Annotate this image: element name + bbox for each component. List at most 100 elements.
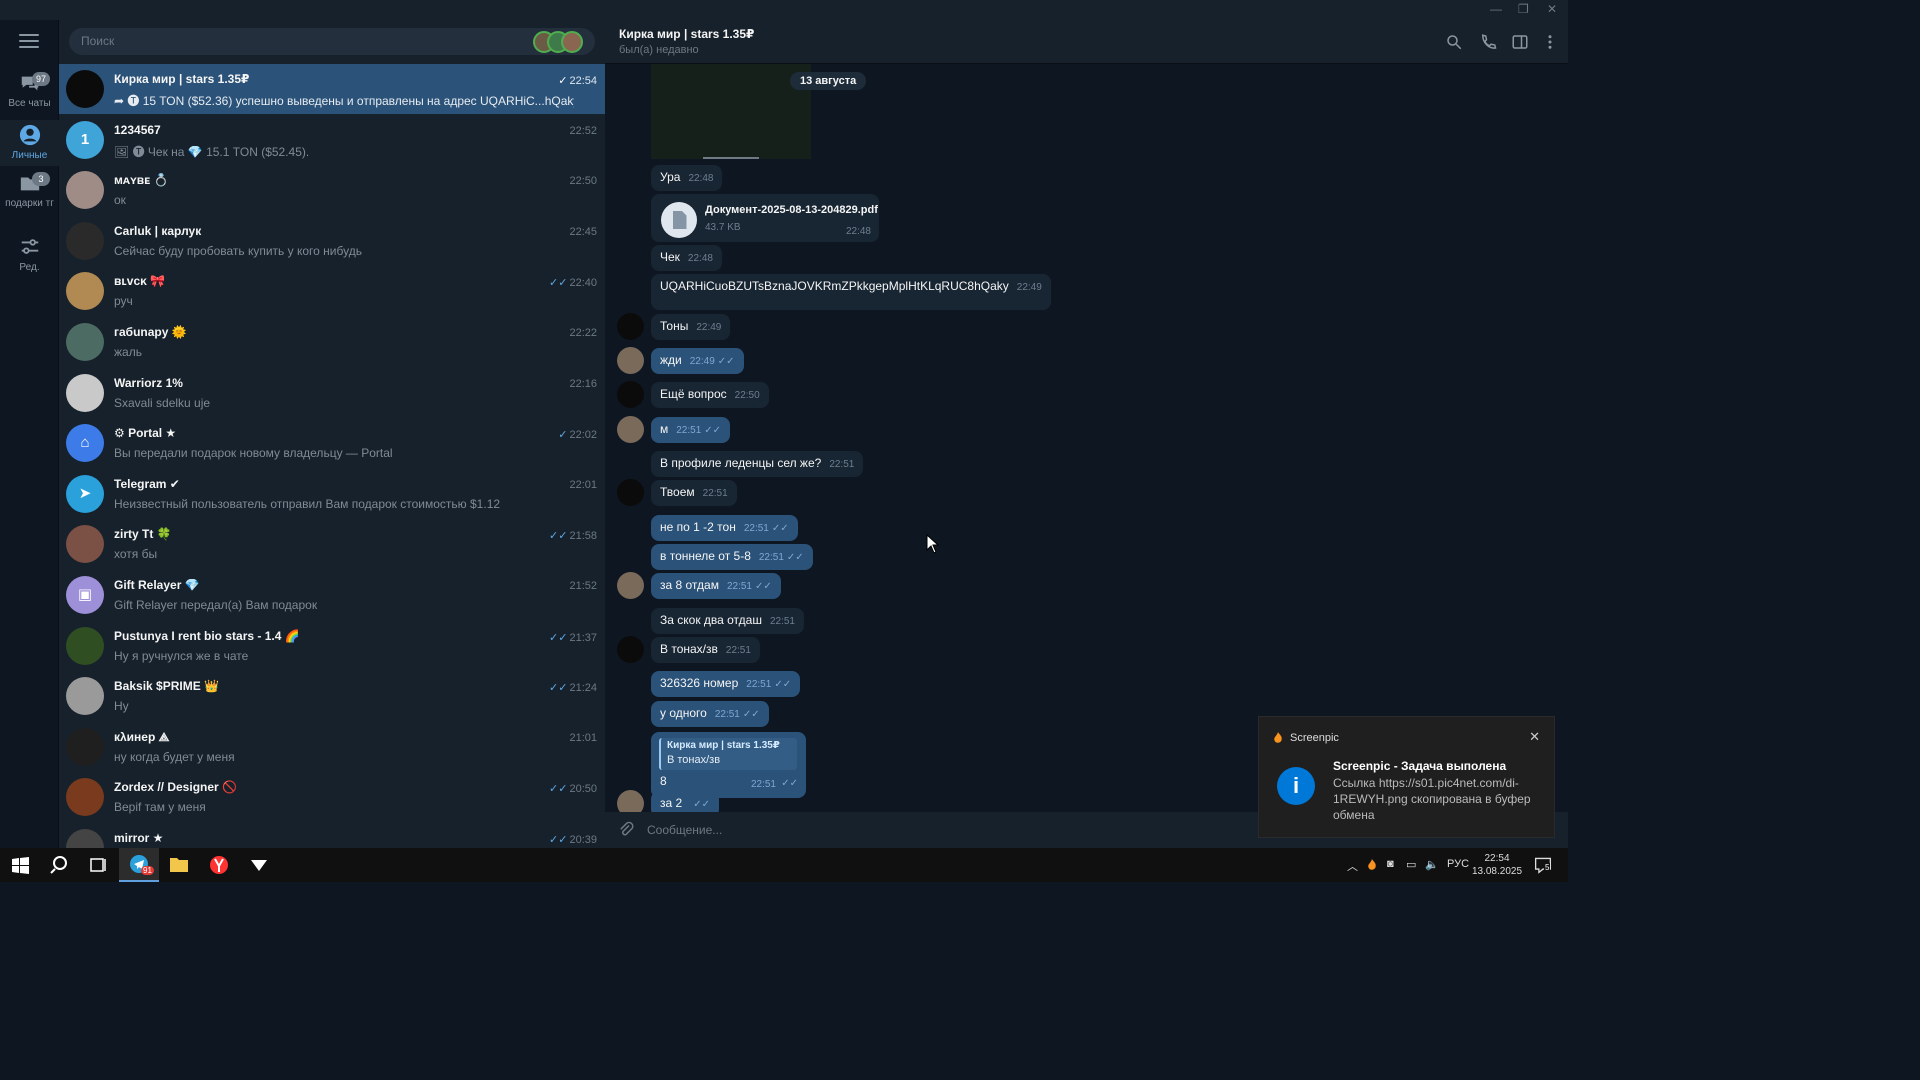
avatar[interactable]: 1 <box>66 120 104 159</box>
avatar[interactable] <box>66 727 104 766</box>
avatar[interactable] <box>66 677 104 716</box>
more-menu-icon[interactable] <box>1541 33 1559 51</box>
chat-row[interactable]: кλинер ⟁ ну когда будет у меня 21:01 <box>59 722 605 772</box>
call-icon[interactable] <box>1479 33 1497 51</box>
avatar[interactable] <box>66 323 104 361</box>
chat-row[interactable]: Pustunya I rent bio stars - 1.4 🌈 Ну я ру… <box>59 621 605 671</box>
avatar[interactable] <box>66 626 104 665</box>
incoming-message[interactable]: UQARHiCuoBZUTsBznaJOVKRmZPkkgepMplHtKLqR… <box>651 274 1051 310</box>
avatar[interactable] <box>66 525 104 564</box>
search-icon[interactable] <box>1445 33 1463 51</box>
telegram-taskbar-app[interactable]: 91 <box>119 848 159 882</box>
outgoing-message[interactable]: за 2 ✓✓ <box>651 791 719 812</box>
media-preview[interactable] <box>651 64 811 159</box>
incoming-message[interactable]: Ура 22:48 <box>651 165 723 191</box>
folder-personal[interactable]: Личные <box>0 120 59 166</box>
close-button[interactable]: ✕ <box>1547 2 1557 16</box>
attach-icon[interactable] <box>617 821 635 839</box>
incoming-message[interactable]: Чек 22:48 <box>651 245 722 271</box>
screenpic-tray-icon[interactable] <box>1365 858 1379 872</box>
message-list[interactable]: 13 августа Документ-2025-08-13-204829.pd… <box>605 64 1568 812</box>
chat-time: 22:45 <box>569 225 597 238</box>
folder-edit[interactable]: Ред. <box>0 236 59 276</box>
outgoing-message[interactable]: 326326 номер 22:51 ✓✓ <box>651 671 801 697</box>
reply-quote[interactable]: Кирка мир | stars 1.35₽ В тонах/зв <box>659 738 797 770</box>
outgoing-message[interactable]: жди 22:49 ✓✓ <box>651 348 744 374</box>
chat-row[interactable]: ⌂ ⚙ Portal ★ Вы передали подарок новому вл… <box>59 418 605 468</box>
restore-button[interactable]: ❐ <box>1518 2 1529 16</box>
sender-avatar[interactable] <box>617 479 644 506</box>
network-icon[interactable]: ▭ <box>1406 858 1416 871</box>
chat-row[interactable]: ➤ Telegram ✔ Неизвестный пользователь отпр… <box>59 469 605 519</box>
chat-row[interactable]: 1 1234567 🖼 🅣 Чек на 💎 15.1 TON ($52.45). 2… <box>59 115 605 165</box>
sender-avatar[interactable] <box>617 313 644 340</box>
avatar[interactable] <box>66 373 104 412</box>
incoming-message[interactable]: За скок два отдаш 22:51 <box>651 608 804 634</box>
file-icon[interactable] <box>661 202 697 238</box>
minimize-button[interactable]: — <box>1490 2 1502 16</box>
outgoing-message[interactable]: м 22:51 ✓✓ <box>651 417 731 443</box>
sidebar-toggle-icon[interactable] <box>1511 33 1529 51</box>
windows-start-icon[interactable] <box>0 848 40 882</box>
sender-avatar[interactable] <box>617 381 644 408</box>
avatar[interactable] <box>66 829 104 848</box>
avatar[interactable]: ➤ <box>66 474 104 513</box>
hamburger-menu-icon[interactable] <box>19 34 39 48</box>
sender-avatar[interactable] <box>617 790 644 812</box>
incoming-message[interactable]: Ещё вопрос 22:50 <box>651 382 769 408</box>
search-icon[interactable] <box>40 848 80 882</box>
conversation-header[interactable]: Кирка мир | stars 1.35₽ был(а) недавно <box>605 20 1568 64</box>
task-view-icon[interactable] <box>78 848 118 882</box>
chat-row[interactable]: Carluk | карлук Сейчас буду пробовать куп… <box>59 216 605 266</box>
language-indicator[interactable]: РУС <box>1447 858 1469 870</box>
notification-toast[interactable]: Screenpic ✕ i Screenpic - Задача выполен… <box>1258 716 1555 838</box>
incoming-message[interactable]: В профиле леденцы сел же? 22:51 <box>651 451 864 477</box>
chat-row[interactable]: габunapy 🌞 жаль 22:22 <box>59 317 605 367</box>
avatar[interactable]: ▣ <box>66 576 104 614</box>
tray-chevron-icon[interactable]: ︿ <box>1347 858 1358 874</box>
chat-row[interactable]: Zordex // Designer 🚫 Верif там у меня ✓✓ 20… <box>59 772 605 822</box>
app-diamond-icon[interactable] <box>239 848 279 882</box>
sender-avatar[interactable] <box>617 636 644 663</box>
incoming-message[interactable]: Тоны 22:49 <box>651 314 731 340</box>
outgoing-message[interactable]: за 8 отдам 22:51 ✓✓ <box>651 573 781 599</box>
avatar[interactable] <box>66 171 104 210</box>
avatar[interactable] <box>66 272 104 311</box>
chat-time-wrap: ✓✓ 21:37 <box>549 631 597 644</box>
search-input[interactable]: Поиск <box>69 28 595 55</box>
chat-row[interactable]: ▣ Gift Relayer 💎 Gift Relayer передал(а) В… <box>59 570 605 620</box>
yandex-browser-icon[interactable] <box>199 848 239 882</box>
toast-close-button[interactable]: ✕ <box>1529 729 1540 745</box>
file-explorer-icon[interactable] <box>159 848 199 882</box>
folder-gifts[interactable]: подарки тг 3 <box>0 172 59 226</box>
volume-icon[interactable]: 🔈 <box>1425 858 1439 871</box>
chat-row[interactable]: zirty Tt 🍀 хотя бы ✓✓ 21:58 <box>59 519 605 569</box>
avatar[interactable]: ⌂ <box>66 424 104 463</box>
folder-all-chats[interactable]: Все чаты 97 <box>0 72 59 116</box>
camera-tray-icon[interactable]: ◙ <box>1387 858 1394 870</box>
document-message[interactable]: Документ-2025-08-13-204829.pdf 43.7 KB 2… <box>651 194 879 242</box>
outgoing-message[interactable]: у одного 22:51 ✓✓ <box>651 701 769 727</box>
chat-row[interactable]: Baksik $PRIME 👑 Ну ✓✓ 21:24 <box>59 671 605 721</box>
chat-time: 21:58 <box>569 530 597 543</box>
chat-row[interactable]: ʙʟᴠᴄᴋ 🎀 руч ✓✓ 22:40 <box>59 266 605 316</box>
incoming-message[interactable]: В тонах/зв 22:51 <box>651 637 760 663</box>
sender-avatar[interactable] <box>617 347 644 374</box>
chat-row[interactable]: Кирка мир | stars 1.35₽ ➦ 🅣 15 TON ($52.3… <box>59 64 605 114</box>
sender-avatar[interactable] <box>617 572 644 599</box>
outgoing-message[interactable]: в тоннеле от 5-8 22:51 ✓✓ <box>651 544 813 570</box>
outgoing-message[interactable]: не по 1 -2 тон 22:51 ✓✓ <box>651 515 798 541</box>
reply-message[interactable]: Кирка мир | stars 1.35₽ В тонах/зв 8 22:… <box>651 732 806 798</box>
action-center-icon[interactable]: 5 <box>1533 856 1553 874</box>
avatar[interactable] <box>66 70 104 108</box>
chat-row[interactable]: mirror ★ ✓✓ 20:39 <box>59 823 605 848</box>
chat-row[interactable]: Warriorz 1% Sxavali sdelku uje 22:16 <box>59 368 605 418</box>
clock[interactable]: 22:54 13.08.2025 <box>1470 852 1524 878</box>
chat-name: ᴍᴀʏʙᴇ 💍 <box>114 173 169 188</box>
chat-row[interactable]: ᴍᴀʏʙᴇ 💍 ок 22:50 <box>59 165 605 215</box>
avatar[interactable] <box>66 778 104 817</box>
stories-avatars[interactable] <box>533 31 583 53</box>
incoming-message[interactable]: Твоем 22:51 <box>651 480 737 506</box>
sender-avatar[interactable] <box>617 416 644 443</box>
avatar[interactable] <box>66 221 104 260</box>
